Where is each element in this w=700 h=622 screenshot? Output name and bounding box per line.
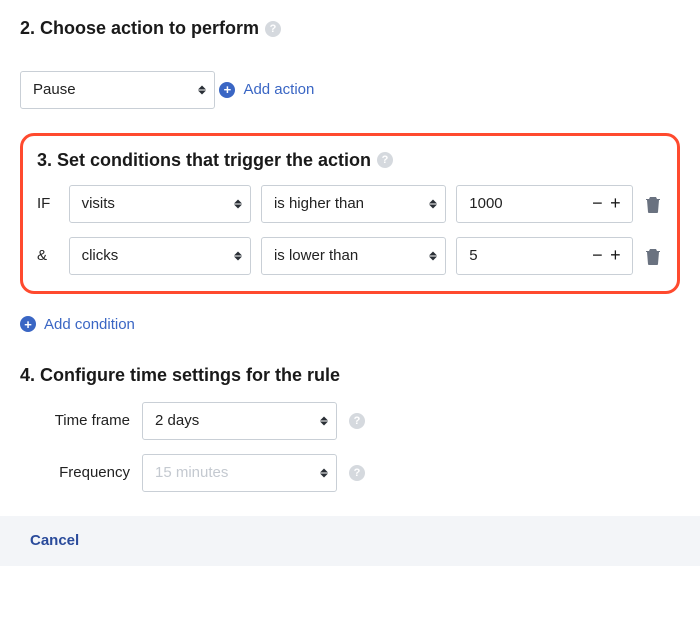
action-select-value: Pause	[33, 81, 76, 98]
section-conditions: 3. Set conditions that trigger the actio…	[20, 133, 680, 294]
chevron-up-down-icon	[429, 251, 437, 260]
plus-circle-icon: +	[219, 82, 235, 98]
chevron-up-down-icon	[198, 85, 206, 94]
condition-metric-select[interactable]: clicks	[69, 237, 251, 275]
footer-bar: Cancel	[0, 516, 700, 566]
add-action-label: Add action	[243, 81, 314, 98]
plus-icon[interactable]: +	[606, 193, 624, 214]
time-frame-value: 2 days	[155, 412, 199, 429]
condition-value-input[interactable]	[469, 195, 549, 212]
section-choose-action: 2. Choose action to perform ? Pause + Ad…	[20, 18, 680, 109]
add-condition-label: Add condition	[44, 316, 135, 333]
cancel-button[interactable]: Cancel	[30, 532, 79, 549]
time-frame-row: Time frame 2 days ?	[20, 402, 680, 440]
help-icon[interactable]: ?	[377, 152, 393, 168]
condition-prefix-if: IF	[37, 195, 59, 212]
add-condition-button[interactable]: + Add condition	[20, 310, 135, 339]
section2-heading-text: 2. Choose action to perform	[20, 18, 259, 39]
condition-value-stepper[interactable]: − +	[456, 185, 633, 223]
condition-prefix-and: &	[37, 247, 59, 264]
minus-icon[interactable]: −	[588, 245, 606, 266]
condition-value-stepper[interactable]: − +	[456, 237, 633, 275]
section-time-settings: 4. Configure time settings for the rule …	[20, 365, 680, 492]
chevron-up-down-icon	[234, 251, 242, 260]
frequency-label: Frequency	[20, 464, 130, 481]
frequency-placeholder: 15 minutes	[155, 464, 228, 481]
plus-circle-icon: +	[20, 316, 36, 332]
condition-operator-value: is lower than	[274, 247, 358, 264]
section4-heading-text: 4. Configure time settings for the rule	[20, 365, 340, 386]
chevron-up-down-icon	[320, 416, 328, 425]
add-action-button[interactable]: + Add action	[219, 75, 314, 104]
trash-icon	[645, 247, 661, 265]
condition-metric-value: visits	[82, 195, 115, 212]
section3-heading: 3. Set conditions that trigger the actio…	[37, 150, 663, 171]
delete-condition-button[interactable]	[643, 247, 663, 265]
frequency-row: Frequency 15 minutes ?	[20, 454, 680, 492]
condition-row: IF visits is higher than − +	[37, 185, 663, 223]
chevron-up-down-icon	[234, 199, 242, 208]
delete-condition-button[interactable]	[643, 195, 663, 213]
condition-operator-value: is higher than	[274, 195, 364, 212]
time-frame-select[interactable]: 2 days	[142, 402, 337, 440]
action-select[interactable]: Pause	[20, 71, 215, 109]
trash-icon	[645, 195, 661, 213]
help-icon[interactable]: ?	[349, 465, 365, 481]
help-icon[interactable]: ?	[349, 413, 365, 429]
chevron-up-down-icon	[320, 468, 328, 477]
condition-metric-value: clicks	[82, 247, 119, 264]
plus-icon[interactable]: +	[606, 245, 624, 266]
chevron-up-down-icon	[429, 199, 437, 208]
condition-metric-select[interactable]: visits	[69, 185, 251, 223]
condition-row: & clicks is lower than − +	[37, 237, 663, 275]
section2-heading: 2. Choose action to perform ?	[20, 18, 680, 39]
time-frame-label: Time frame	[20, 412, 130, 429]
condition-operator-select[interactable]: is lower than	[261, 237, 446, 275]
frequency-select[interactable]: 15 minutes	[142, 454, 337, 492]
help-icon[interactable]: ?	[265, 21, 281, 37]
section3-heading-text: 3. Set conditions that trigger the actio…	[37, 150, 371, 171]
condition-operator-select[interactable]: is higher than	[261, 185, 446, 223]
minus-icon[interactable]: −	[588, 193, 606, 214]
section4-heading: 4. Configure time settings for the rule	[20, 365, 680, 386]
condition-value-input[interactable]	[469, 247, 549, 264]
